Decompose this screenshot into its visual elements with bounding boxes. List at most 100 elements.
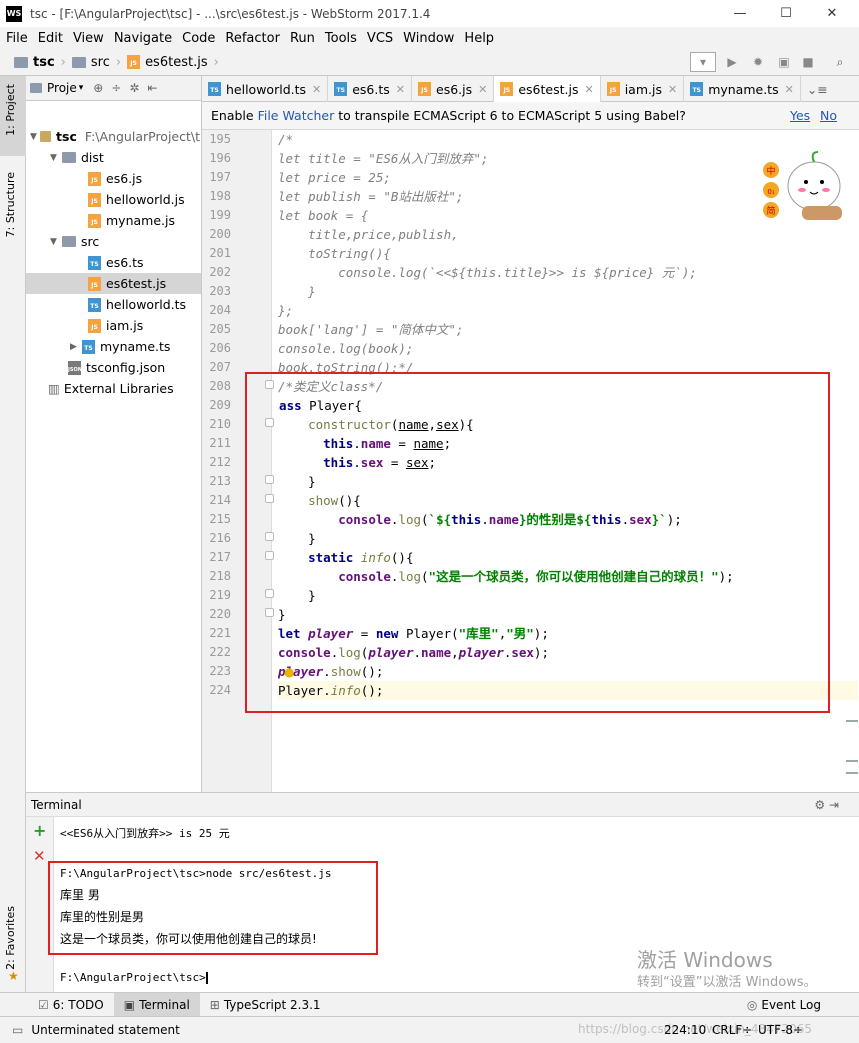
line-separator[interactable]: CRLF÷ — [712, 1023, 752, 1037]
run-config-dropdown[interactable]: ▾ — [690, 52, 716, 72]
tree-label: src — [81, 234, 100, 249]
tree-item-file[interactable]: ▶ TS myname.ts — [70, 336, 170, 357]
mascot-label: 中 — [766, 165, 775, 177]
close-icon[interactable]: ✕ — [312, 83, 321, 96]
menu-code[interactable]: Code — [177, 31, 220, 46]
structure-tool-tab[interactable]: 7: Structure — [4, 172, 17, 237]
breadcrumb-root[interactable]: tsc — [14, 55, 55, 70]
tree-item-dist[interactable]: ▼ dist — [50, 147, 104, 168]
tab-label: myname.ts — [708, 81, 779, 97]
tree-label: External Libraries — [63, 381, 174, 396]
tree-label: tsconfig.json — [86, 360, 166, 375]
chevron-down-icon[interactable]: ▾ — [79, 83, 84, 93]
minimize-button[interactable]: — — [717, 0, 763, 27]
tab-helloworld-ts[interactable]: TS helloworld.ts ✕ — [202, 76, 329, 102]
menu-file[interactable]: File — [0, 31, 33, 46]
activation-watermark-subtitle: 转到“设置”以激活 Windows。 — [637, 975, 817, 990]
terminal-icon: ▣ — [123, 997, 136, 1012]
file-encoding[interactable]: UTF-8÷ — [758, 1023, 803, 1037]
close-button[interactable]: ✕ — [809, 0, 855, 27]
tabs-overflow-button[interactable]: ⌄≡ — [801, 76, 834, 102]
terminal-tool-tab[interactable]: ▣ Terminal — [113, 992, 200, 1017]
code-line: console.log(book); — [278, 341, 414, 356]
menu-help[interactable]: Help — [459, 31, 499, 46]
coverage-icon[interactable]: ▣ — [774, 52, 794, 72]
typescript-tool-tab[interactable]: ⊞ TypeScript 2.3.1 — [200, 993, 331, 1017]
menu-tools[interactable]: Tools — [320, 31, 362, 46]
tree-item-file[interactable]: TS helloworld.ts — [88, 294, 186, 315]
collapse-icon[interactable]: ÷ — [111, 81, 121, 95]
cursor-position[interactable]: 224:10 — [664, 1023, 706, 1037]
tree-item-file[interactable]: TS es6.ts — [88, 252, 144, 273]
tab-label: 6: TODO — [52, 997, 104, 1012]
status-panel-icon[interactable]: ▭ — [12, 1023, 23, 1037]
tree-item-file-selected[interactable]: JS es6test.js — [26, 273, 201, 294]
tree-item-file[interactable]: JSON tsconfig.json — [68, 357, 165, 378]
project-view-selector[interactable]: Proje — [47, 81, 77, 95]
menu-refactor[interactable]: Refactor — [220, 31, 285, 46]
event-log-icon: ◎ — [746, 997, 758, 1012]
tree-label: helloworld.ts — [106, 297, 187, 312]
folder-icon — [71, 56, 86, 68]
terminal-prompt[interactable]: F:\AngularProject\tsc> — [60, 971, 208, 984]
line-number: 220 — [209, 607, 231, 621]
menu-vcs[interactable]: VCS — [362, 31, 398, 46]
favorites-tool-tab[interactable]: 2: Favorites — [4, 906, 17, 970]
tab-iam-js[interactable]: JS iam.js ✕ — [601, 76, 685, 102]
tab-es6-ts[interactable]: TS es6.ts ✕ — [328, 76, 412, 102]
stop-icon[interactable]: ■ — [798, 52, 818, 72]
tree-item-external-libraries[interactable]: ▥ External Libraries — [48, 378, 174, 399]
tree-item-root[interactable]: ▼ tsc F:\AngularProject\t — [30, 126, 200, 147]
close-icon[interactable]: ✕ — [396, 83, 405, 96]
scroll-marker — [846, 720, 858, 722]
tab-es6-js[interactable]: JS es6.js ✕ — [412, 76, 495, 102]
tree-item-file[interactable]: JS helloworld.js — [88, 189, 185, 210]
notice-no-link[interactable]: No — [820, 108, 837, 123]
line-number: 219 — [209, 588, 231, 602]
line-number: 224 — [209, 683, 231, 697]
todo-tool-tab[interactable]: ☑ 6: TODO — [28, 993, 114, 1017]
code-line: let book = { — [278, 208, 369, 223]
tab-label: es6.ts — [352, 81, 390, 97]
add-session-icon[interactable]: + — [33, 821, 46, 840]
tree-item-file[interactable]: JS iam.js — [88, 315, 143, 336]
line-number: 197 — [209, 170, 231, 184]
terminal-output-line: <<ES6从入门到放弃>> is 25 元 — [60, 827, 230, 840]
tree-item-src[interactable]: ▼ src — [50, 231, 99, 252]
tree-label: myname.js — [106, 213, 175, 228]
notice-yes-link[interactable]: Yes — [790, 108, 810, 123]
target-icon[interactable]: ⊕ — [93, 81, 103, 95]
run-icon[interactable]: ▶ — [722, 52, 742, 72]
close-icon[interactable]: ✕ — [584, 83, 593, 96]
debug-icon[interactable]: ✹ — [748, 52, 768, 72]
status-bar: ▭ Unterminated statement https://blog.cs… — [0, 1016, 859, 1043]
close-icon[interactable]: ✕ — [668, 83, 677, 96]
search-icon[interactable]: ⌕ — [830, 52, 850, 72]
close-icon[interactable]: ✕ — [478, 83, 487, 96]
menu-window[interactable]: Window — [398, 31, 459, 46]
close-icon[interactable]: ✕ — [785, 83, 794, 96]
breadcrumb-src[interactable]: src — [71, 55, 110, 70]
tree-item-file[interactable]: JS es6.js — [88, 168, 142, 189]
tab-es6test-js[interactable]: JS es6test.js ✕ — [494, 76, 601, 102]
menu-run[interactable]: Run — [285, 31, 320, 46]
hide-icon[interactable]: ⇤ — [147, 81, 157, 95]
event-log-tool-tab[interactable]: ◎ Event Log — [737, 993, 831, 1017]
code-line: let title = "ES6从入门到放弃"; — [278, 151, 489, 166]
maximize-button[interactable]: ☐ — [763, 0, 809, 27]
menu-edit[interactable]: Edit — [33, 31, 68, 46]
tab-label: helloworld.ts — [226, 81, 307, 97]
close-session-icon[interactable]: ✕ — [33, 847, 46, 865]
gear-icon[interactable]: ⚙ ⇥ — [814, 798, 839, 812]
tree-label: helloworld.js — [106, 192, 185, 207]
code-line: }; — [278, 303, 294, 318]
menu-navigate[interactable]: Navigate — [109, 31, 177, 46]
file-watcher-link[interactable]: File Watcher — [258, 108, 335, 123]
tab-myname-ts[interactable]: TS myname.ts ✕ — [684, 76, 801, 102]
gear-icon[interactable]: ✲ — [129, 81, 139, 95]
breadcrumb-file[interactable]: JS es6test.js — [127, 55, 208, 70]
project-tool-tab[interactable]: 1: Project — [4, 84, 17, 136]
tree-item-file[interactable]: JS myname.js — [88, 210, 175, 231]
expanded-icon: ▼ — [30, 131, 37, 142]
menu-view[interactable]: View — [68, 31, 109, 46]
